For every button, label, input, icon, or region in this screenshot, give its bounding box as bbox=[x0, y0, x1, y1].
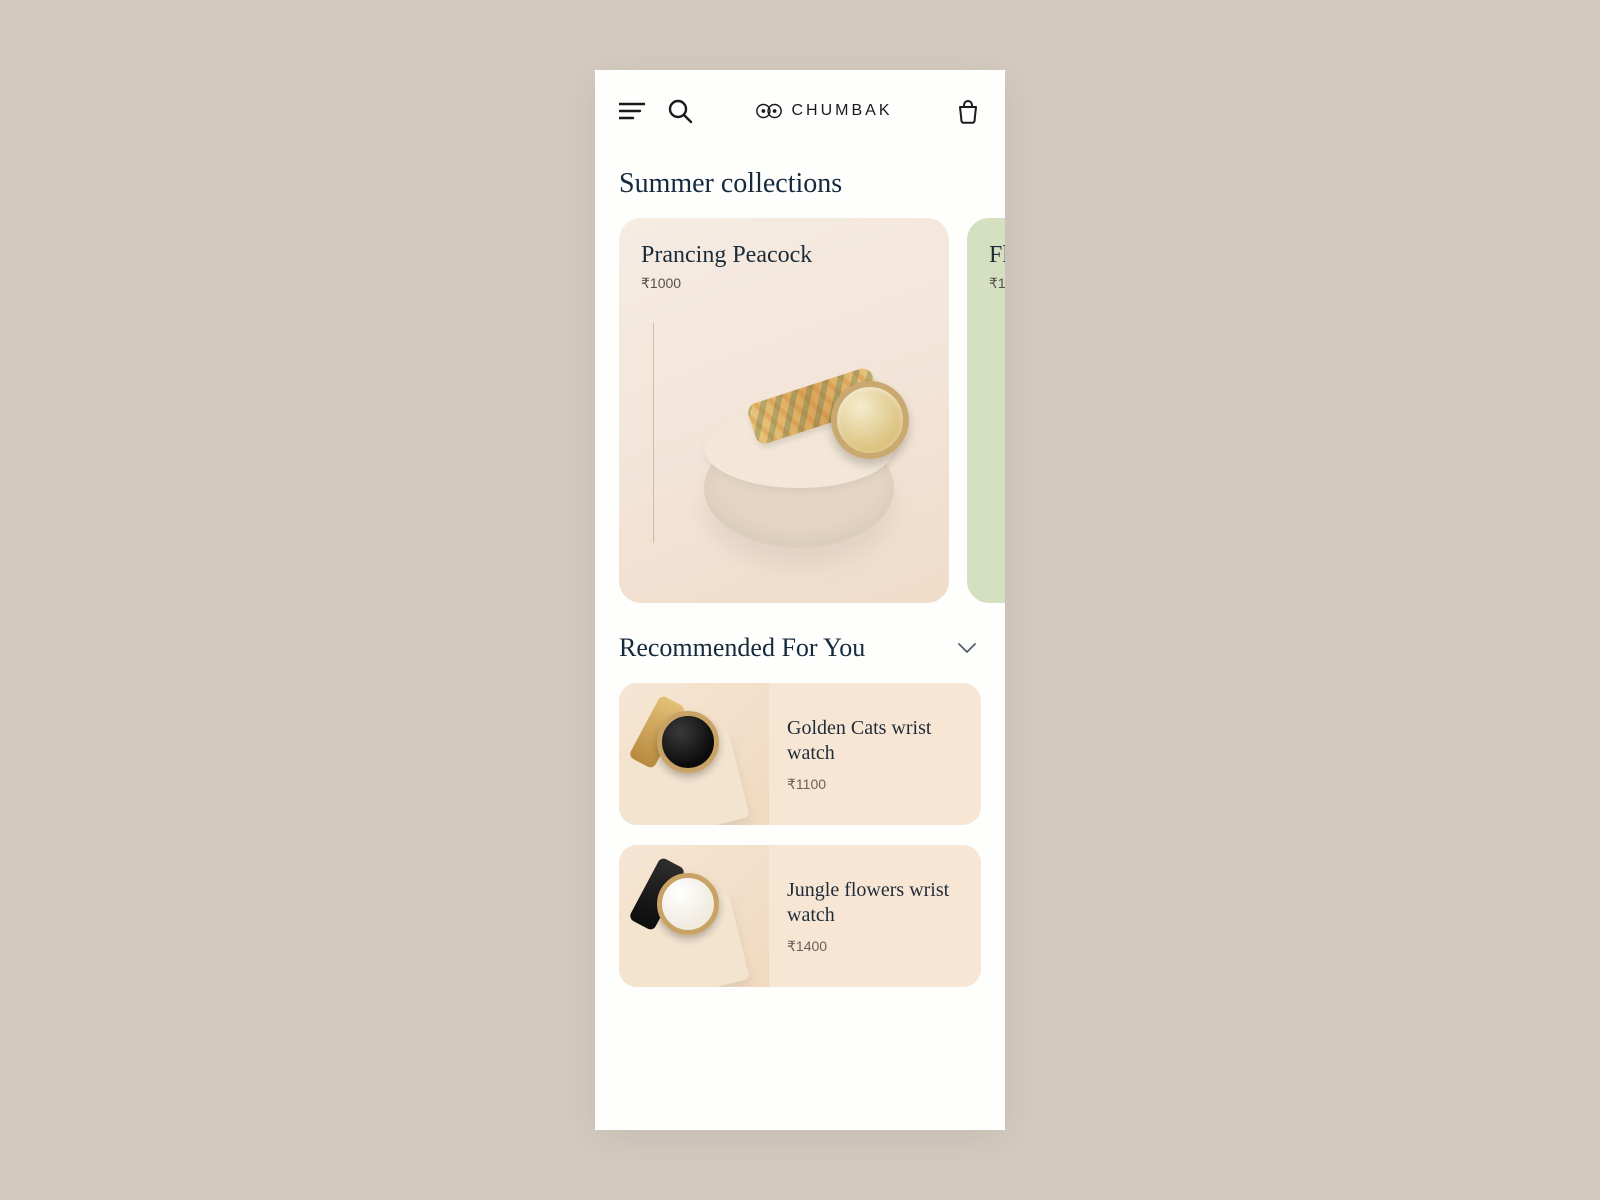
expand-button[interactable] bbox=[957, 641, 977, 655]
header-left bbox=[619, 98, 693, 124]
decorative-line bbox=[653, 323, 654, 543]
recommended-list: Golden Cats wrist watch ₹1100 Jungle flo… bbox=[595, 683, 1005, 987]
collections-heading: Summer collections bbox=[595, 144, 1005, 218]
collection-card-price: ₹1000 bbox=[641, 275, 927, 292]
owl-icon bbox=[755, 102, 783, 120]
product-thumbnail bbox=[619, 845, 769, 987]
product-thumbnail bbox=[619, 683, 769, 825]
search-icon bbox=[667, 98, 693, 124]
collection-card-title: Prancing Peacock bbox=[641, 242, 927, 269]
chevron-down-icon bbox=[957, 642, 977, 654]
bag-icon bbox=[955, 98, 981, 124]
collection-card[interactable]: Prancing Peacock ₹1000 bbox=[619, 218, 949, 603]
product-list-item[interactable]: Golden Cats wrist watch ₹1100 bbox=[619, 683, 981, 825]
product-list-item[interactable]: Jungle flowers wrist watch ₹1400 bbox=[619, 845, 981, 987]
app-screen: CHUMBAK Summer collections Prancing Peac… bbox=[595, 70, 1005, 1130]
recommended-header: Recommended For You bbox=[595, 603, 1005, 683]
menu-button[interactable] bbox=[619, 102, 645, 120]
collections-carousel[interactable]: Prancing Peacock ₹1000 Fl ₹1 bbox=[595, 218, 1005, 603]
collection-card-price: ₹1 bbox=[989, 275, 1005, 292]
hamburger-icon bbox=[619, 102, 645, 120]
product-info: Golden Cats wrist watch ₹1100 bbox=[769, 683, 981, 825]
product-info: Jungle flowers wrist watch ₹1400 bbox=[769, 845, 981, 987]
collection-card-title: Fl bbox=[989, 242, 1005, 269]
product-name: Jungle flowers wrist watch bbox=[787, 878, 963, 928]
product-price: ₹1400 bbox=[787, 938, 963, 955]
bag-button[interactable] bbox=[955, 98, 981, 124]
brand-name: CHUMBAK bbox=[791, 102, 892, 120]
product-price: ₹1100 bbox=[787, 776, 963, 793]
search-button[interactable] bbox=[667, 98, 693, 124]
brand-logo[interactable]: CHUMBAK bbox=[755, 102, 892, 120]
app-header: CHUMBAK bbox=[595, 70, 1005, 144]
recommended-heading: Recommended For You bbox=[619, 633, 865, 663]
collection-card[interactable]: Fl ₹1 bbox=[967, 218, 1005, 603]
product-name: Golden Cats wrist watch bbox=[787, 716, 963, 766]
product-image bbox=[669, 318, 929, 578]
